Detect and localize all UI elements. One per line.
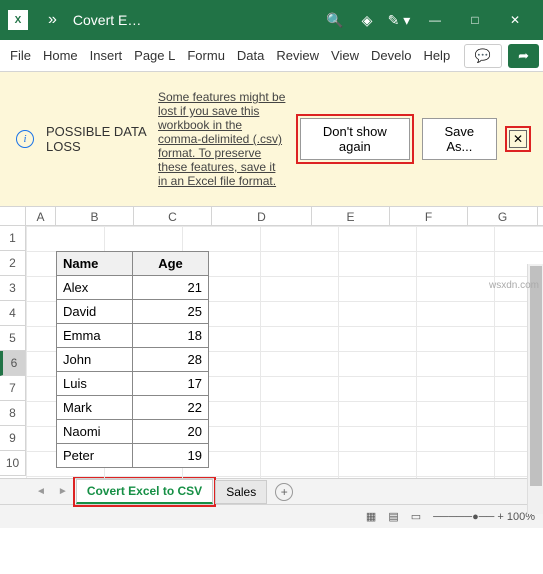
col-header-a[interactable]: A bbox=[26, 207, 56, 225]
minimize-button[interactable]: — bbox=[415, 0, 455, 40]
table-row: John28 bbox=[57, 348, 209, 372]
excel-app-icon[interactable]: X bbox=[8, 10, 28, 30]
col-header-e[interactable]: E bbox=[312, 207, 390, 225]
draw-icon[interactable]: ✎ ▾ bbox=[383, 12, 415, 29]
share-button[interactable]: ➦ bbox=[508, 44, 539, 68]
cell[interactable]: John bbox=[57, 348, 133, 372]
view-normal-icon[interactable]: ▦ bbox=[366, 510, 376, 523]
col-header-c[interactable]: C bbox=[134, 207, 212, 225]
document-name[interactable]: Covert E… bbox=[73, 12, 141, 28]
sheet-tabs: ◄ ► Covert Excel to CSV Sales + bbox=[0, 478, 543, 504]
tab-view[interactable]: View bbox=[325, 42, 365, 69]
view-page-icon[interactable]: ▤ bbox=[388, 510, 398, 523]
row-header[interactable]: 2 bbox=[0, 251, 26, 276]
diamond-icon[interactable]: ◈ bbox=[351, 12, 383, 29]
col-header-f[interactable]: F bbox=[390, 207, 468, 225]
header-name[interactable]: Name bbox=[57, 252, 133, 276]
table-row: Peter19 bbox=[57, 444, 209, 468]
message-title: POSSIBLE DATA LOSS bbox=[46, 124, 146, 154]
row-header[interactable]: 8 bbox=[0, 401, 26, 426]
table-header-row: Name Age bbox=[57, 252, 209, 276]
tab-home[interactable]: Home bbox=[37, 42, 84, 69]
cell[interactable]: Luis bbox=[57, 372, 133, 396]
sheet-nav-left-icon[interactable]: ◄ bbox=[30, 486, 52, 497]
tab-pagelayout[interactable]: Page L bbox=[128, 42, 181, 69]
sheet-nav-right-icon[interactable]: ► bbox=[52, 486, 74, 497]
cell[interactable]: 22 bbox=[133, 396, 209, 420]
select-all-cell[interactable] bbox=[0, 207, 26, 225]
tab-data[interactable]: Data bbox=[231, 42, 270, 69]
cell[interactable]: 28 bbox=[133, 348, 209, 372]
table-row: Luis17 bbox=[57, 372, 209, 396]
data-table: Name Age Alex21 David25 Emma18 John28 Lu… bbox=[56, 251, 209, 468]
message-bar: i POSSIBLE DATA LOSS Some features might… bbox=[0, 72, 543, 206]
row-header[interactable]: 5 bbox=[0, 326, 26, 351]
table-row: Mark22 bbox=[57, 396, 209, 420]
tab-insert[interactable]: Insert bbox=[84, 42, 129, 69]
window-buttons: — □ ✕ bbox=[415, 0, 535, 40]
cell[interactable]: David bbox=[57, 300, 133, 324]
ribbon-tabs: File Home Insert Page L Formu Data Revie… bbox=[0, 40, 543, 72]
tab-review[interactable]: Review bbox=[270, 42, 325, 69]
cell[interactable]: 25 bbox=[133, 300, 209, 324]
view-break-icon[interactable]: ▭ bbox=[411, 510, 421, 523]
row-header[interactable]: 7 bbox=[0, 376, 26, 401]
info-icon: i bbox=[16, 130, 34, 148]
header-age[interactable]: Age bbox=[133, 252, 209, 276]
column-headers: A B C D E F G bbox=[0, 206, 543, 226]
tab-file[interactable]: File bbox=[4, 42, 37, 69]
row-header[interactable]: 10 bbox=[0, 451, 26, 476]
tab-developer[interactable]: Develo bbox=[365, 42, 417, 69]
cell[interactable]: Naomi bbox=[57, 420, 133, 444]
tab-help[interactable]: Help bbox=[417, 42, 456, 69]
cell[interactable]: 21 bbox=[133, 276, 209, 300]
save-as-button[interactable]: Save As... bbox=[422, 118, 497, 160]
cell[interactable]: Mark bbox=[57, 396, 133, 420]
row-header[interactable]: 4 bbox=[0, 301, 26, 326]
message-text: Some features might be lost if you save … bbox=[158, 90, 288, 188]
row-header[interactable]: 9 bbox=[0, 426, 26, 451]
cell[interactable]: Emma bbox=[57, 324, 133, 348]
scroll-thumb[interactable] bbox=[530, 266, 542, 486]
watermark: wsxdn.com bbox=[489, 280, 539, 291]
vertical-scrollbar[interactable] bbox=[527, 264, 543, 514]
col-header-g[interactable]: G bbox=[468, 207, 538, 225]
title-bar: X » Covert E… 🔍 ◈ ✎ ▾ — □ ✕ bbox=[0, 0, 543, 40]
cell[interactable]: 17 bbox=[133, 372, 209, 396]
comments-button[interactable]: 💬 bbox=[464, 44, 502, 68]
table-row: David25 bbox=[57, 300, 209, 324]
zoom-slider[interactable]: ─────●── + 100% bbox=[433, 511, 535, 523]
col-header-d[interactable]: D bbox=[212, 207, 312, 225]
col-header-b[interactable]: B bbox=[56, 207, 134, 225]
cell[interactable]: 18 bbox=[133, 324, 209, 348]
maximize-button[interactable]: □ bbox=[455, 0, 495, 40]
cell[interactable]: Alex bbox=[57, 276, 133, 300]
quick-access-dropdown[interactable]: » bbox=[40, 11, 65, 29]
new-sheet-button[interactable]: + bbox=[275, 483, 293, 501]
row-header[interactable]: 6 bbox=[0, 351, 26, 376]
row-header[interactable]: 3 bbox=[0, 276, 26, 301]
table-row: Emma18 bbox=[57, 324, 209, 348]
search-icon[interactable]: 🔍 bbox=[319, 12, 351, 29]
table-row: Naomi20 bbox=[57, 420, 209, 444]
sheet-tab-active[interactable]: Covert Excel to CSV bbox=[76, 479, 213, 504]
close-message-icon[interactable]: ✕ bbox=[509, 130, 527, 148]
table-row: Alex21 bbox=[57, 276, 209, 300]
cells-area[interactable]: Name Age Alex21 David25 Emma18 John28 Lu… bbox=[26, 226, 543, 478]
close-button[interactable]: ✕ bbox=[495, 0, 535, 40]
status-bar: ▦ ▤ ▭ ─────●── + 100% bbox=[0, 504, 543, 528]
tab-formulas[interactable]: Formu bbox=[181, 42, 231, 69]
cell[interactable]: 20 bbox=[133, 420, 209, 444]
spreadsheet-grid[interactable]: 1 2 3 4 5 6 7 8 9 10 Name Age Alex21 Dav… bbox=[0, 226, 543, 478]
cell[interactable]: Peter bbox=[57, 444, 133, 468]
sheet-tab[interactable]: Sales bbox=[215, 480, 267, 504]
row-header[interactable]: 1 bbox=[0, 226, 26, 251]
dont-show-again-button[interactable]: Don't show again bbox=[300, 118, 410, 160]
row-headers: 1 2 3 4 5 6 7 8 9 10 bbox=[0, 226, 26, 478]
cell[interactable]: 19 bbox=[133, 444, 209, 468]
